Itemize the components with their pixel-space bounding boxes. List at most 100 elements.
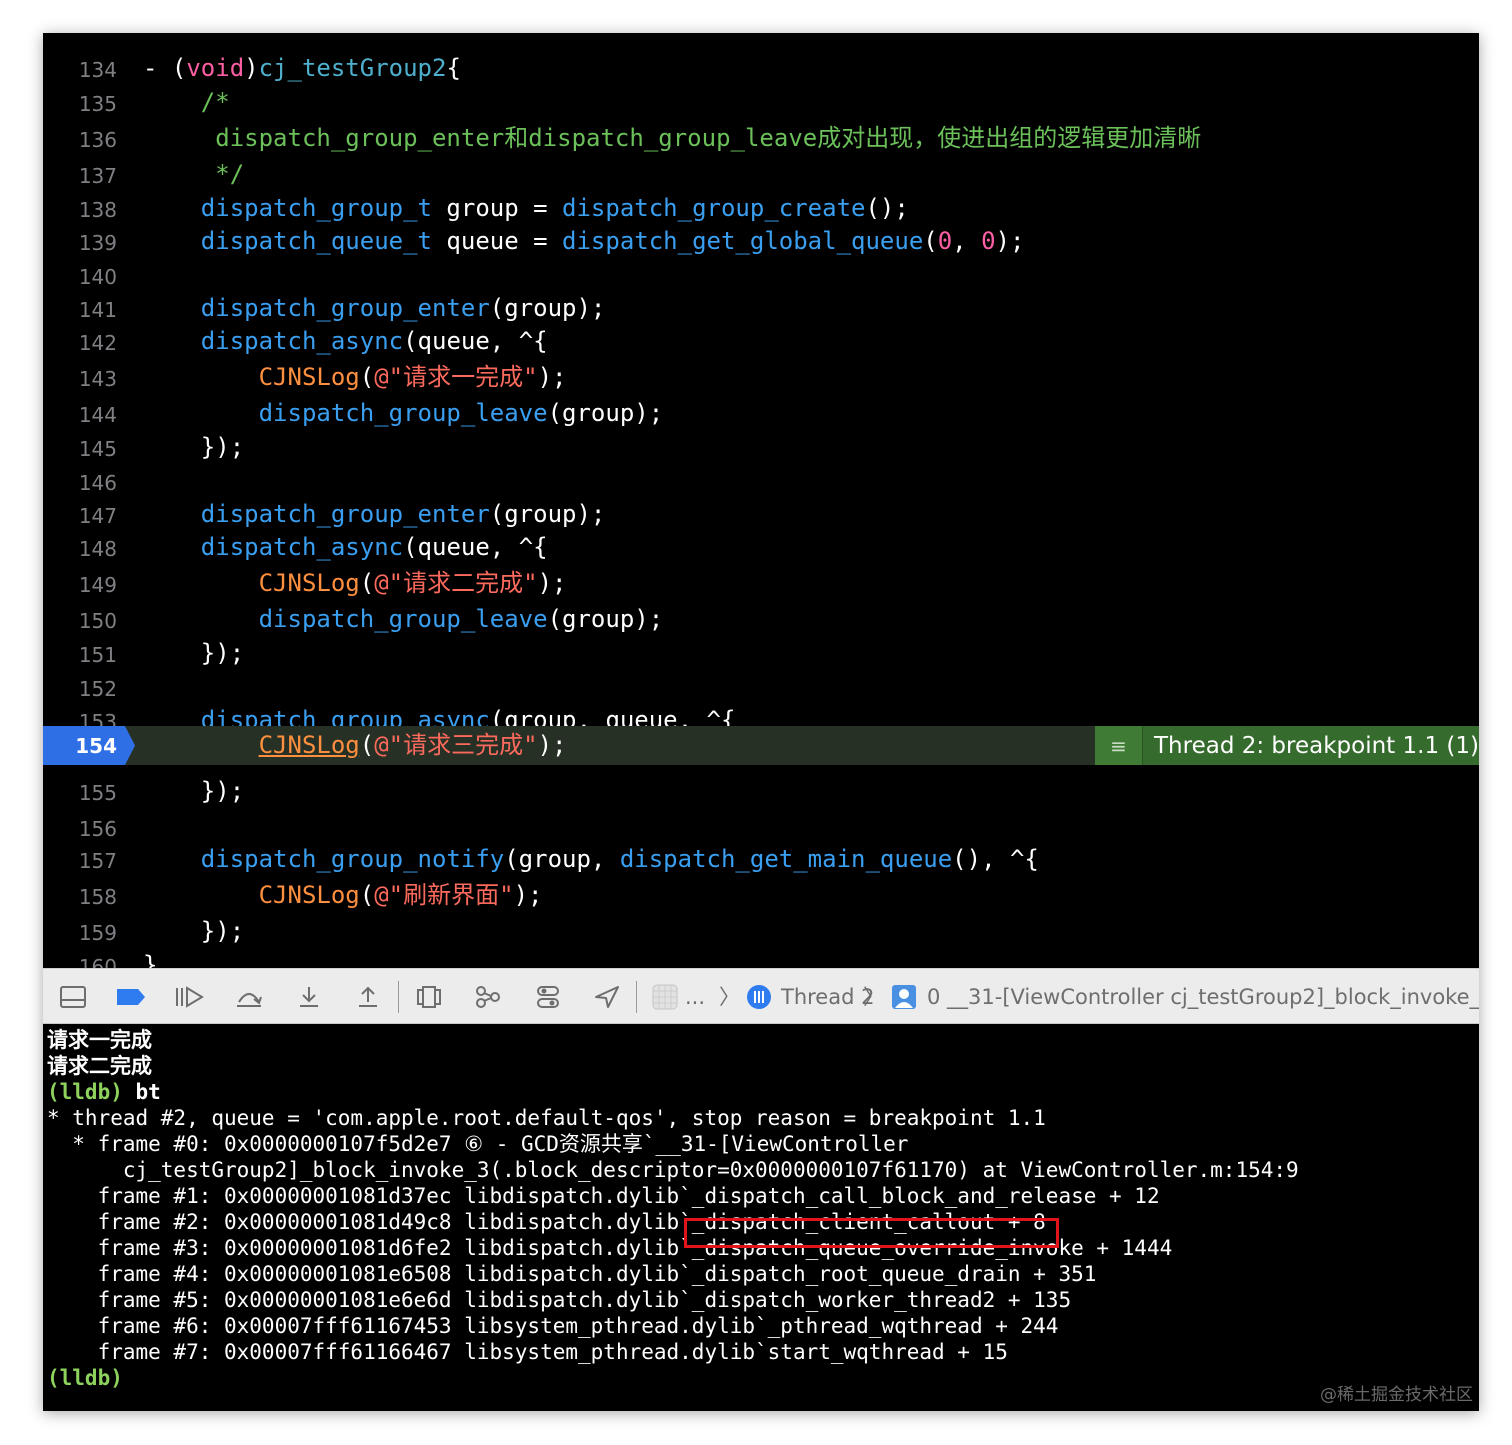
code-token: dispatch_async <box>200 533 404 561</box>
frame-breadcrumb[interactable]: 0 __31-[ViewController cj_testGroup2]_bl… <box>927 985 1479 1009</box>
line-code: dispatch_group_enter和dispatch_group_leav… <box>143 124 1201 152</box>
lldb-prompt: (lldb) <box>47 1366 123 1390</box>
code-token: ( <box>359 569 375 597</box>
line-code: /* <box>143 88 230 116</box>
code-token: dispatch_group_enter和dispatch_group_leav… <box>143 124 1202 152</box>
code-token: dispatch_get_main_queue <box>619 845 953 873</box>
console-text: frame #1: 0x00000001081d37ec libdispatch… <box>47 1184 1160 1208</box>
line-code: } <box>143 951 157 968</box>
code-token: dispatch_group_notify <box>200 845 505 873</box>
annotation-highlight-box <box>684 1218 1059 1248</box>
console-text: 请求二完成 <box>47 1054 152 1078</box>
code-line: 152 <box>43 662 1479 701</box>
line-number: 154 <box>75 734 117 758</box>
line-code: dispatch_async(queue, ^{ <box>143 533 548 561</box>
view-hierarchy-icon[interactable] <box>413 981 445 1013</box>
breakpoint-marker[interactable]: 154 <box>43 726 135 765</box>
hide-debug-area-icon[interactable] <box>57 981 89 1013</box>
user-frame-icon <box>888 981 920 1013</box>
code-token: (group, <box>504 845 620 873</box>
step-over-icon[interactable] <box>233 981 265 1013</box>
menu-lines-icon[interactable]: ≡ <box>1095 726 1143 765</box>
code-line: 153 dispatch_group_async(group, queue, ^… <box>43 695 1479 734</box>
code-line: 139 dispatch_queue_t queue = dispatch_ge… <box>43 216 1479 255</box>
code-token: ); <box>537 363 567 391</box>
breakpoints-toggle-icon[interactable] <box>115 981 147 1013</box>
console-line: (lldb) bt <box>47 1079 161 1105</box>
console-text: frame #5: 0x00000001081e6e6d libdispatch… <box>47 1288 1072 1312</box>
source-editor[interactable]: 134- (void)cj_testGroup2{135 /* 136 dispa… <box>43 33 1479 968</box>
code-line: 141 dispatch_group_enter(group); <box>43 283 1479 322</box>
debug-toolbar: ... 〉 Thread 2 〉 0 __31-[ViewController … <box>43 968 1479 1024</box>
console-line: frame #1: 0x00000001081d37ec libdispatch… <box>47 1183 1160 1209</box>
continue-icon[interactable] <box>173 981 205 1013</box>
console-line: frame #4: 0x00000001081e6508 libdispatch… <box>47 1261 1097 1287</box>
code-token: (queue, ^{ <box>403 327 548 355</box>
toolbar-divider <box>398 981 399 1013</box>
code-token: ( <box>359 881 375 909</box>
breakpoint-annotation[interactable]: ≡ Thread 2: breakpoint 1.1 (1) <box>1095 726 1479 765</box>
chevron-right-icon: 〉 <box>863 985 884 1009</box>
code-token: @"请求三完成" <box>374 731 538 759</box>
code-line: 150 dispatch_group_leave(group); <box>43 594 1479 633</box>
code-token: dispatch_async <box>200 327 404 355</box>
console-line: frame #7: 0x00007fff61166467 libsystem_p… <box>47 1339 1008 1365</box>
console-text: frame #7: 0x00007fff61166467 libsystem_p… <box>47 1340 1008 1364</box>
code-line: 157 dispatch_group_notify(group, dispatc… <box>43 834 1479 873</box>
code-line: 144 dispatch_group_leave(group); <box>43 388 1479 427</box>
code-token: @"刷新界面" <box>374 881 514 909</box>
watermark: @稀土掘金技术社区 <box>1320 1385 1473 1405</box>
code-token: ( <box>359 731 375 759</box>
breadcrumb-ellipsis[interactable]: ... <box>685 985 705 1009</box>
code-line: 142 dispatch_async(queue, ^{ <box>43 316 1479 355</box>
console-text: bt <box>122 1080 161 1104</box>
simulate-location-icon[interactable] <box>591 981 623 1013</box>
step-into-icon[interactable] <box>293 981 325 1013</box>
console-text: * frame #0: 0x0000000107f5d2e7 ⑥ - GCD资源… <box>47 1132 909 1156</box>
code-token: ); <box>537 731 567 759</box>
console-line: * thread #2, queue = 'com.apple.root.def… <box>47 1105 1046 1131</box>
line-code: CJNSLog(@"请求二完成"); <box>143 569 567 597</box>
code-line: 159 }); <box>43 906 1479 945</box>
code-token: CJNSLog <box>258 569 360 597</box>
code-token: CJNSLog <box>258 731 360 759</box>
memory-graph-icon[interactable] <box>472 981 504 1013</box>
line-number[interactable]: 160 <box>43 955 117 968</box>
code-line: 145 }); <box>43 422 1479 461</box>
code-token: ); <box>513 881 543 909</box>
code-line: 140 <box>43 250 1479 289</box>
thread-breadcrumb[interactable]: Thread 2 <box>781 985 874 1009</box>
console-text: * thread #2, queue = 'com.apple.root.def… <box>47 1106 1046 1130</box>
console-text: cj_testGroup2]_block_invoke_3(.block_des… <box>47 1158 1299 1182</box>
breakpoint-label: Thread 2: breakpoint 1.1 (1) <box>1154 732 1479 759</box>
console-line: 请求二完成 <box>47 1053 152 1079</box>
code-line: 136 dispatch_group_enter和dispatch_group_… <box>43 113 1479 152</box>
code-token: CJNSLog <box>258 881 360 909</box>
code-token: }); <box>143 777 245 805</box>
xcode-debug-window: 134- (void)cj_testGroup2{135 /* 136 dispa… <box>43 33 1479 1411</box>
code-token: @"请求二完成" <box>374 569 538 597</box>
code-line: 151 }); <box>43 628 1479 667</box>
code-line: 149 CJNSLog(@"请求二完成"); <box>43 558 1479 597</box>
console-line: * frame #0: 0x0000000107f5d2e7 ⑥ - GCD资源… <box>47 1131 908 1157</box>
console-text: frame #4: 0x00000001081e6508 libdispatch… <box>47 1262 1097 1286</box>
code-token: CJNSLog <box>258 363 360 391</box>
console-line: (lldb) <box>47 1365 123 1391</box>
code-line: 156 <box>43 802 1479 841</box>
lldb-prompt: (lldb) <box>47 1080 123 1104</box>
app-icon[interactable] <box>649 981 681 1013</box>
code-line: 134- (void)cj_testGroup2{ <box>43 43 1479 82</box>
step-out-icon[interactable] <box>352 981 384 1013</box>
environment-overrides-icon[interactable] <box>532 981 564 1013</box>
code-token: /* <box>143 88 230 116</box>
chevron-right-icon: 〉 <box>719 985 740 1009</box>
lldb-console[interactable]: 请求一完成 请求二完成 (lldb) bt * thread #2, queue = … <box>43 1024 1479 1411</box>
code-line: 155 }); <box>43 766 1479 805</box>
line-code: }); <box>143 777 244 805</box>
